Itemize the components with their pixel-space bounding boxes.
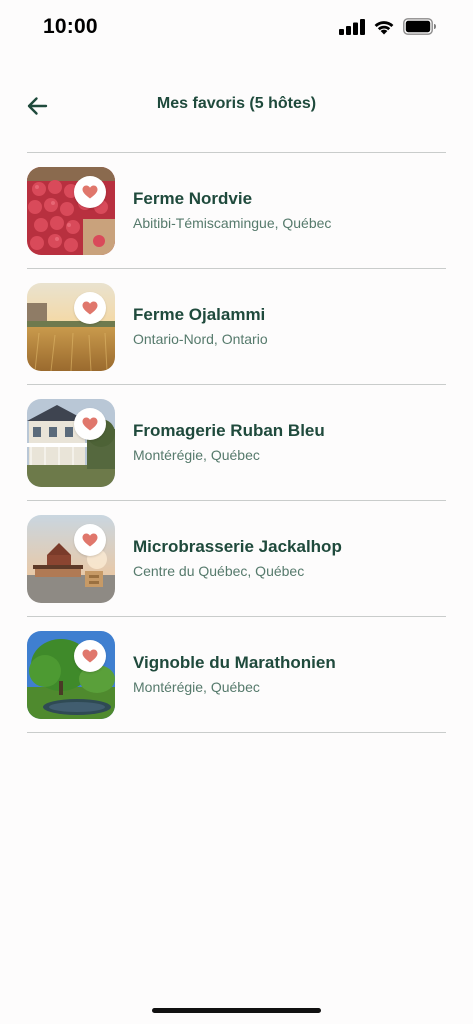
field-sunset-photo — [27, 282, 115, 371]
favorites-list: Ferme Nordvie Abitibi-Témiscamingue, Qué… — [27, 152, 446, 733]
host-location: Montérégie, Québec — [133, 447, 260, 463]
home-indicator[interactable] — [152, 1008, 321, 1013]
host-name: Ferme Nordvie — [133, 189, 253, 208]
heart-icon — [82, 301, 98, 314]
host-info: Vignoble du Marathonien Montérégie, Québ… — [133, 653, 336, 696]
host-location: Abitibi-Témiscamingue, Québec — [133, 215, 332, 231]
host-info: Fromagerie Ruban Bleu Montérégie, Québec — [133, 421, 325, 464]
host-thumbnail — [27, 282, 115, 371]
favorite-button[interactable] — [74, 523, 106, 556]
host-row-ferme-ojalammi[interactable]: Ferme Ojalammi Ontario-Nord, Ontario — [27, 269, 446, 384]
heart-icon — [82, 417, 98, 430]
favorite-button[interactable] — [74, 639, 106, 672]
heart-icon — [82, 649, 98, 662]
favorite-button[interactable] — [74, 291, 106, 324]
host-name: Ferme Ojalammi — [133, 305, 266, 324]
host-location: Ontario-Nord, Ontario — [133, 331, 268, 347]
heart-icon — [82, 533, 98, 546]
host-row-microbrasserie-jackalhop[interactable]: Microbrasserie Jackalhop Centre du Québe… — [27, 501, 446, 616]
favorite-button[interactable] — [74, 407, 106, 440]
battery-icon — [403, 18, 436, 35]
host-name: Microbrasserie Jackalhop — [133, 537, 342, 556]
host-info: Ferme Nordvie Abitibi-Témiscamingue, Qué… — [133, 189, 331, 232]
host-location: Centre du Québec, Québec — [133, 563, 305, 579]
favorite-button[interactable] — [74, 175, 106, 208]
host-row-fromagerie-ruban-bleu[interactable]: Fromagerie Ruban Bleu Montérégie, Québec — [27, 385, 446, 500]
heart-icon — [82, 185, 98, 198]
wifi-icon — [374, 20, 394, 34]
header: Mes favoris (5 hôtes) — [0, 80, 473, 130]
barn-photo — [27, 514, 115, 603]
raspberries-photo — [27, 166, 115, 255]
divider — [27, 732, 446, 733]
host-row-ferme-nordvie[interactable]: Ferme Nordvie Abitibi-Témiscamingue, Qué… — [27, 153, 446, 268]
favorites-screen: 10:00 Mes favoris (5 hôtes) Ferme Nordvi… — [0, 0, 473, 1024]
host-info: Microbrasserie Jackalhop Centre du Québe… — [133, 537, 342, 580]
page-title: Mes favoris (5 hôtes) — [156, 95, 317, 112]
status-icons — [339, 18, 437, 35]
status-time: 10:00 — [43, 15, 98, 38]
cellular-signal-icon — [339, 18, 365, 35]
host-thumbnail — [27, 166, 115, 255]
host-row-vignoble-du-marathonien[interactable]: Vignoble du Marathonien Montérégie, Québ… — [27, 617, 446, 732]
farmhouse-photo — [27, 398, 115, 487]
host-name: Vignoble du Marathonien — [133, 653, 336, 672]
host-thumbnail — [27, 514, 115, 603]
pond-trees-photo — [27, 630, 115, 719]
host-location: Montérégie, Québec — [133, 679, 260, 695]
host-thumbnail — [27, 630, 115, 719]
host-info: Ferme Ojalammi Ontario-Nord, Ontario — [133, 305, 268, 348]
status-bar: 10:00 — [0, 0, 473, 56]
host-thumbnail — [27, 398, 115, 487]
host-name: Fromagerie Ruban Bleu — [133, 421, 325, 440]
